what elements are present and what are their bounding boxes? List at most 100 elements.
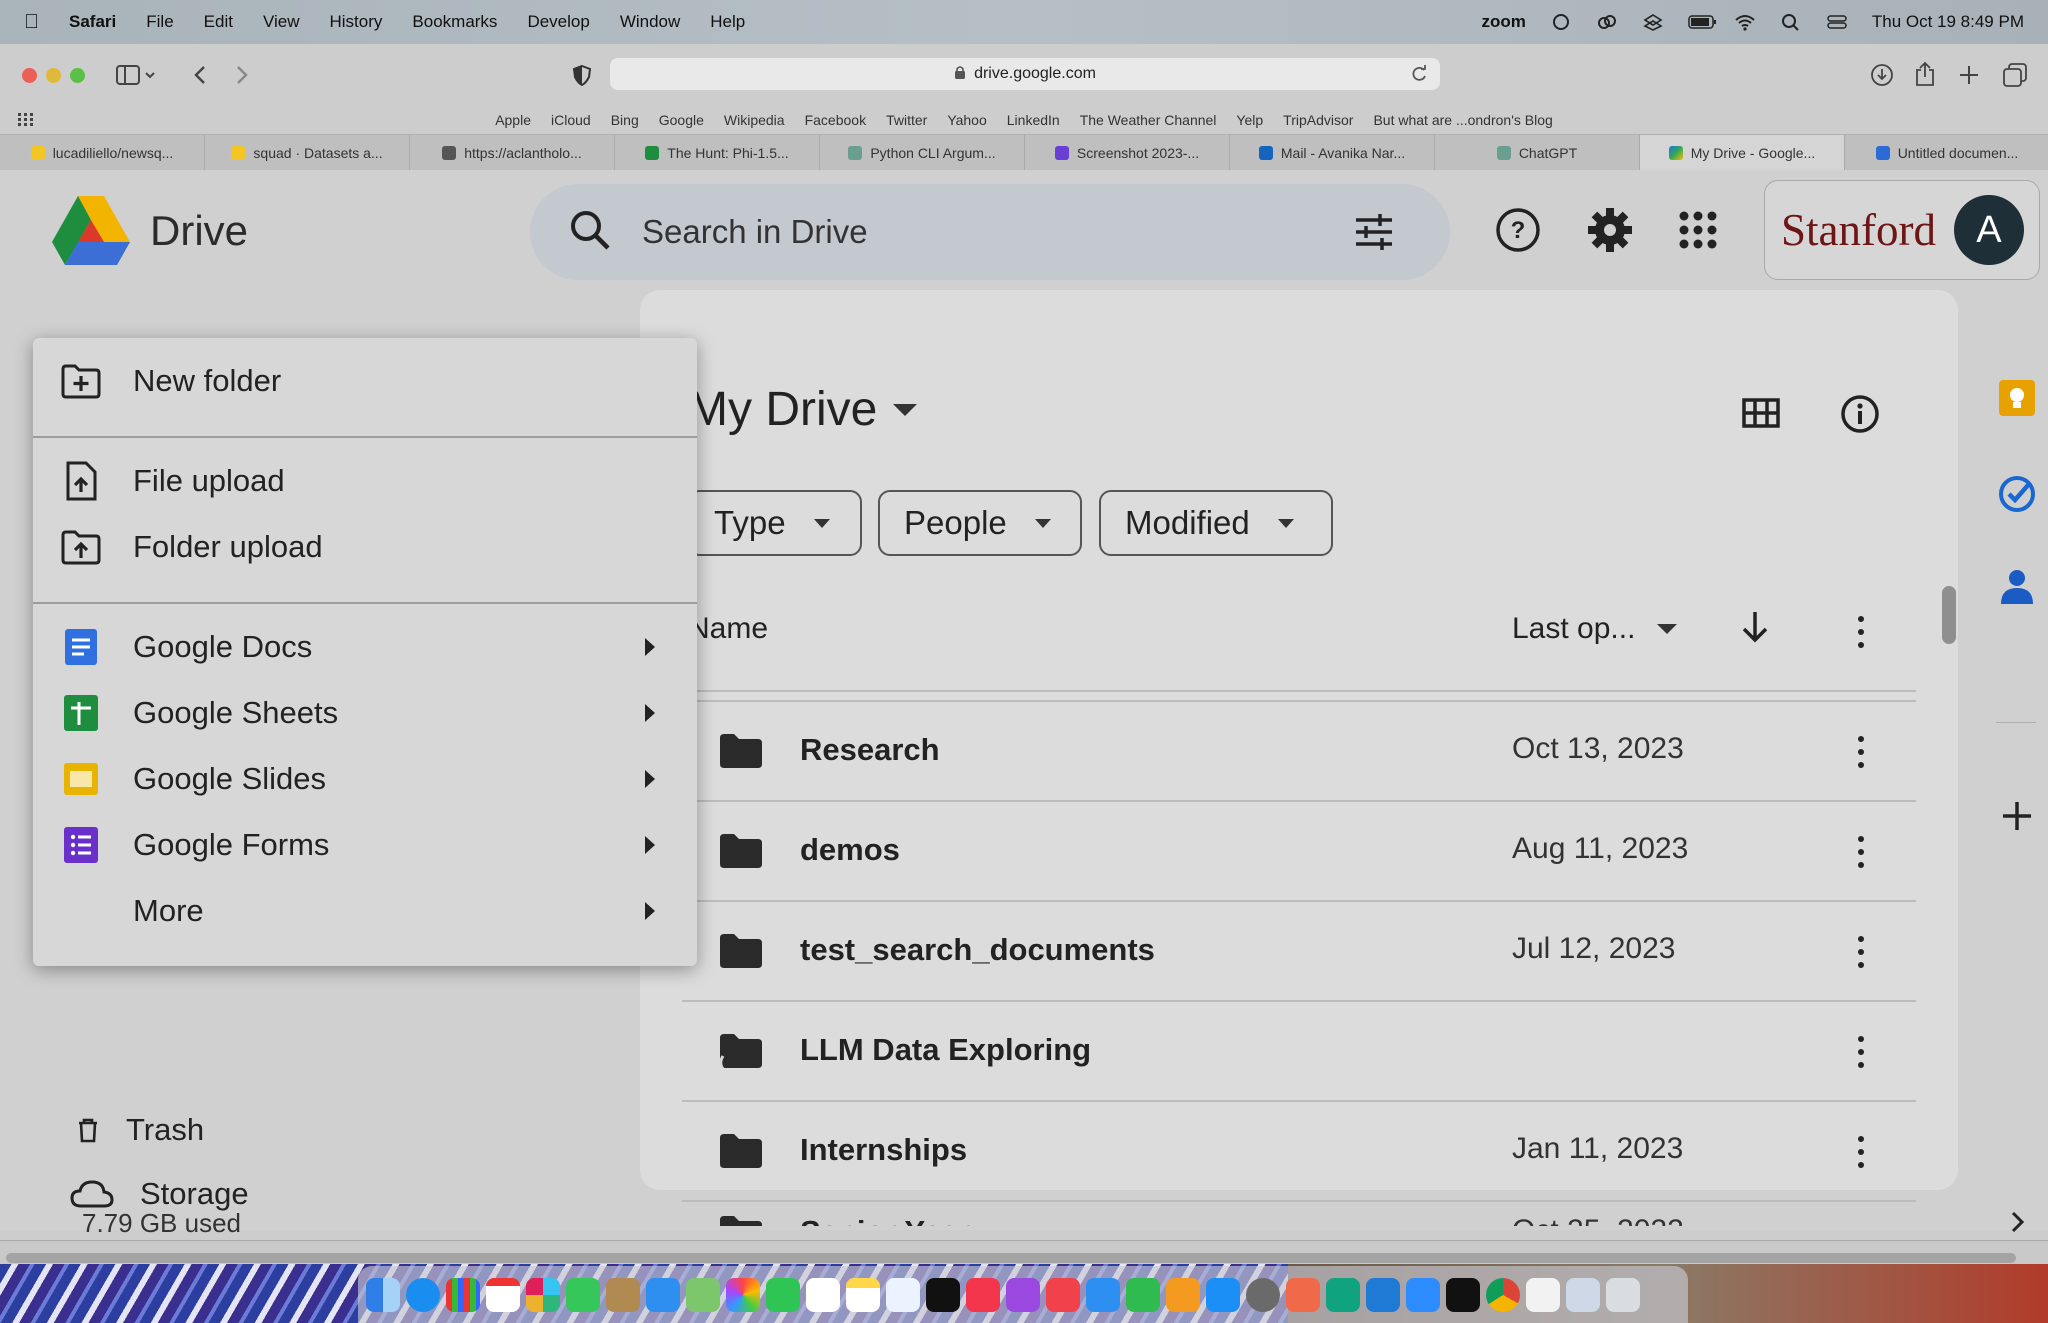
- menu-google-docs[interactable]: Google Docs: [33, 616, 697, 678]
- tasks-icon[interactable]: [1995, 472, 2039, 516]
- address-bar[interactable]: drive.google.com: [610, 58, 1440, 90]
- menu-google-forms[interactable]: Google Forms: [33, 814, 697, 876]
- menu-bookmarks[interactable]: Bookmarks: [412, 12, 497, 32]
- menu-file-upload[interactable]: File upload: [33, 450, 697, 512]
- contacts-app-icon[interactable]: [606, 1277, 640, 1312]
- row-more-kebab-icon[interactable]: [1856, 836, 1866, 868]
- status-icon[interactable]: [1550, 13, 1572, 31]
- trash-dock-icon[interactable]: [1606, 1277, 1640, 1312]
- horizontal-scrollbar-thumb[interactable]: [6, 1253, 2016, 1263]
- menu-more[interactable]: More: [33, 880, 697, 942]
- podcasts-icon[interactable]: [1006, 1277, 1040, 1312]
- app-store-icon[interactable]: [1206, 1277, 1240, 1312]
- browser-tab[interactable]: The Hunt: Phi-1.5...: [615, 135, 820, 171]
- spotlight-icon[interactable]: [1780, 13, 1802, 31]
- apple-icon[interactable]: : [24, 11, 39, 34]
- nav-storage[interactable]: Storage: [70, 1176, 249, 1212]
- filter-type-chip[interactable]: Type: [688, 490, 862, 556]
- menu-view[interactable]: View: [263, 12, 300, 32]
- menu-new-folder[interactable]: New folder: [33, 350, 697, 412]
- info-icon[interactable]: [1840, 394, 1880, 439]
- reload-icon[interactable]: [1410, 65, 1428, 88]
- search-options-icon[interactable]: [1354, 212, 1394, 257]
- page-title[interactable]: My Drive: [688, 382, 918, 437]
- search-bar[interactable]: Search in Drive: [530, 184, 1450, 280]
- forward-icon[interactable]: [232, 64, 252, 91]
- downloads-icon[interactable]: [1870, 63, 1894, 92]
- menu-file[interactable]: File: [146, 12, 173, 32]
- privacy-shield-icon[interactable]: [572, 64, 592, 91]
- slack-icon[interactable]: [526, 1277, 560, 1312]
- menu-google-slides[interactable]: Google Slides: [33, 748, 697, 810]
- wifi-icon[interactable]: [1734, 13, 1756, 31]
- browser-tab[interactable]: lucadiliello/newsq...: [0, 135, 205, 171]
- messages-icon[interactable]: [566, 1277, 600, 1312]
- control-center-icon[interactable]: [1826, 13, 1848, 31]
- list-options-kebab-icon[interactable]: [1856, 616, 1866, 648]
- music-icon[interactable]: [966, 1277, 1000, 1312]
- pages-icon[interactable]: [1166, 1277, 1200, 1312]
- favorite-link[interactable]: Bing: [611, 112, 639, 128]
- favorite-link[interactable]: The Weather Channel: [1080, 112, 1217, 128]
- file-row[interactable]: Internships Jan 11, 2023: [682, 1100, 1916, 1200]
- add-addon-icon[interactable]: [1995, 794, 2039, 838]
- terminal-icon[interactable]: [1446, 1277, 1480, 1312]
- reminders-icon[interactable]: [806, 1277, 840, 1312]
- file-list-scrollbar[interactable]: [1942, 586, 1956, 644]
- close-window-button[interactable]: [22, 68, 37, 83]
- calendar-icon[interactable]: [486, 1277, 520, 1312]
- favorite-link[interactable]: Facebook: [805, 112, 866, 128]
- menubar-app-name[interactable]: Safari: [69, 12, 116, 32]
- mail-icon[interactable]: [646, 1277, 680, 1312]
- favorite-link[interactable]: LinkedIn: [1007, 112, 1060, 128]
- keynote-icon[interactable]: [1086, 1277, 1120, 1312]
- favorite-link[interactable]: Wikipedia: [724, 112, 785, 128]
- browser-tab-active[interactable]: My Drive - Google...: [1640, 135, 1845, 171]
- chatgpt-app-icon[interactable]: [1326, 1277, 1360, 1312]
- apple-tv-icon[interactable]: [926, 1277, 960, 1312]
- row-more-kebab-icon[interactable]: [1856, 936, 1866, 968]
- menu-help[interactable]: Help: [710, 12, 745, 32]
- menu-google-sheets[interactable]: Google Sheets: [33, 682, 697, 744]
- menubar-clock[interactable]: Thu Oct 19 8:49 PM: [1872, 12, 2024, 32]
- chrome-icon[interactable]: [1486, 1277, 1520, 1312]
- numbers-icon[interactable]: [1126, 1277, 1160, 1312]
- sidebar-toggle-icon[interactable]: [116, 64, 156, 91]
- creative-cloud-icon[interactable]: [1596, 13, 1618, 31]
- menu-window[interactable]: Window: [620, 12, 680, 32]
- news-icon[interactable]: [1046, 1277, 1080, 1312]
- browser-tab[interactable]: https://aclantholo...: [410, 135, 615, 171]
- row-more-kebab-icon[interactable]: [1856, 736, 1866, 768]
- favorite-link[interactable]: Yahoo: [947, 112, 986, 128]
- minimize-window-button[interactable]: [46, 68, 61, 83]
- menu-folder-upload[interactable]: Folder upload: [33, 516, 697, 578]
- maps-icon[interactable]: [686, 1277, 720, 1312]
- facetime-icon[interactable]: [766, 1277, 800, 1312]
- menu-edit[interactable]: Edit: [204, 12, 233, 32]
- filter-people-chip[interactable]: People: [878, 490, 1082, 556]
- settings-gear-icon[interactable]: [1582, 202, 1638, 258]
- finder-icon[interactable]: [366, 1277, 400, 1312]
- favorite-link[interactable]: Google: [659, 112, 704, 128]
- browser-tab[interactable]: squad · Datasets a...: [205, 135, 410, 171]
- browser-tab[interactable]: Untitled documen...: [1845, 135, 2048, 171]
- favorite-link[interactable]: Yelp: [1236, 112, 1263, 128]
- affinity-icon[interactable]: [1286, 1277, 1320, 1312]
- file-row-partial[interactable]: Senior Year Oct 25, 2022: [682, 1200, 1916, 1226]
- favorite-link[interactable]: iCloud: [551, 112, 591, 128]
- filter-modified-chip[interactable]: Modified: [1099, 490, 1333, 556]
- help-icon[interactable]: ?: [1490, 202, 1546, 258]
- share-icon[interactable]: [1914, 61, 1936, 92]
- sort-column-dropdown[interactable]: Last op...: [1512, 612, 1678, 646]
- apps-grid-icon[interactable]: [1670, 202, 1726, 258]
- row-more-kebab-icon[interactable]: [1856, 1136, 1866, 1168]
- tab-overview-icon[interactable]: [2002, 62, 2028, 93]
- browser-tab[interactable]: ChatGPT: [1435, 135, 1640, 171]
- zoom-app-icon[interactable]: [1406, 1277, 1440, 1312]
- file-row[interactable]: test_search_documents Jul 12, 2023: [682, 900, 1916, 1000]
- nav-trash[interactable]: Trash: [76, 1112, 204, 1148]
- file-row[interactable]: demos Aug 11, 2023: [682, 800, 1916, 900]
- search-icon[interactable]: [568, 208, 612, 257]
- system-settings-icon[interactable]: [1246, 1277, 1280, 1312]
- safari-icon[interactable]: [406, 1277, 440, 1312]
